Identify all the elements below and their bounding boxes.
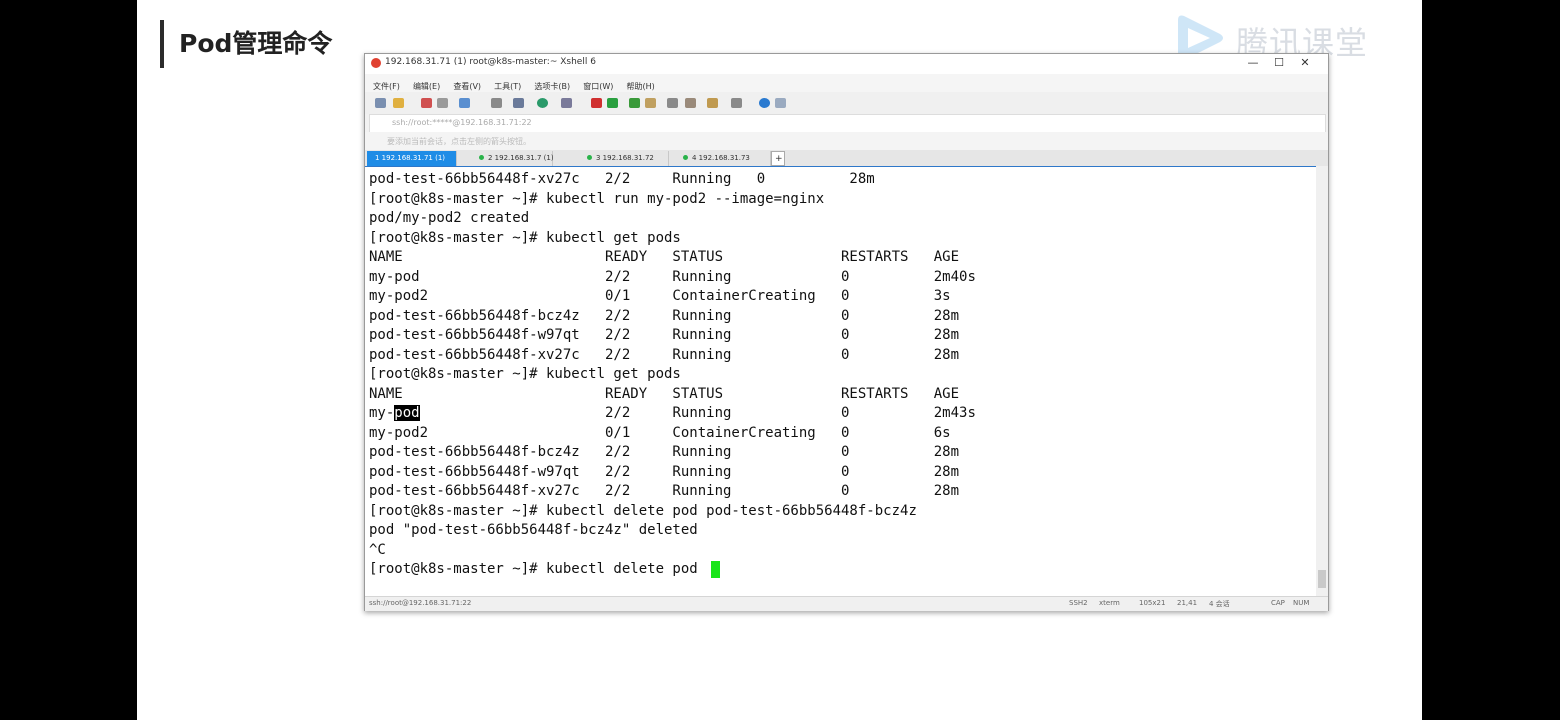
fullscreen-icon[interactable] (629, 98, 640, 108)
xshell-window: 192.168.31.71 (1) root@k8s-master:~ Xshe… (364, 53, 1329, 611)
new-session-icon[interactable] (375, 98, 386, 108)
xftp-icon[interactable] (591, 98, 602, 108)
close-button[interactable]: ✕ (1292, 56, 1318, 69)
tab-session-1[interactable]: 1 192.168.31.71 (1) (367, 151, 457, 166)
terminal-line: ^C (369, 541, 386, 558)
address-text: ssh://root:*****@192.168.31.71:22 (392, 118, 532, 127)
terminal-scrollbar[interactable] (1316, 166, 1328, 596)
compose-icon[interactable] (707, 98, 718, 108)
script-icon[interactable] (685, 98, 696, 108)
terminal-text: 2/2 Running 0 2m43s (419, 405, 976, 421)
terminal-line: my-pod 2/2 Running 0 2m40s (369, 268, 976, 285)
terminal-line: [root@k8s-master ~]# kubectl get pods (369, 229, 681, 246)
window-controls: — ☐ ✕ (1240, 56, 1318, 69)
terminal-line: pod-test-66bb56448f-bcz4z 2/2 Running 0 … (369, 444, 960, 460)
window-titlebar: 192.168.31.71 (1) root@k8s-master:~ Xshe… (365, 54, 1328, 74)
tab-session-2[interactable]: 2 192.168.31.7 (1) (471, 151, 554, 166)
menu-view[interactable]: 查看(V) (453, 81, 481, 92)
menu-file[interactable]: 文件(F) (373, 81, 400, 92)
slide: Pod管理命令 腾讯课堂 192.168.31.71 (1) root@k8s-… (137, 0, 1422, 720)
add-tab-button[interactable]: + (771, 151, 785, 166)
globe-icon[interactable] (537, 98, 548, 108)
status-bar: ssh://root@192.168.31.71:22 SSH2 xterm 1… (365, 596, 1328, 611)
search-icon[interactable] (491, 98, 502, 108)
terminal-line: my-pod2 0/1 ContainerCreating 0 6s (369, 424, 951, 441)
slide-title: Pod管理命令 (179, 29, 333, 58)
session-hint-bar: 要添加当前会话，点击左侧的箭头按钮。 (365, 132, 1328, 150)
session-tabs: 1 192.168.31.71 (1) 2 192.168.31.7 (1) 3… (365, 150, 1328, 166)
status-sessions: 4 会话 (1209, 600, 1230, 608)
terminal-line: [root@k8s-master ~]# kubectl get pods (369, 366, 681, 382)
terminal-line: pod "pod-test-66bb56448f-bcz4z" deleted (369, 522, 698, 538)
title-accent-bar (160, 20, 164, 68)
menu-tab[interactable]: 选项卡(B) (534, 81, 570, 92)
terminal-line: my-pod2 0/1 ContainerCreating 0 3s (369, 288, 951, 304)
tab-session-4[interactable]: 4 192.168.31.73 (675, 151, 771, 166)
terminal-line: pod-test-66bb56448f-xv27c 2/2 Running 0 … (369, 483, 960, 499)
menu-bar: 文件(F) 编辑(E) 查看(V) 工具(T) 选项卡(B) 窗口(W) 帮助(… (365, 74, 1328, 92)
font-icon[interactable] (561, 98, 572, 108)
maximize-button[interactable]: ☐ (1266, 56, 1292, 69)
keyboard-icon[interactable] (667, 98, 678, 108)
connected-dot-icon (587, 155, 592, 160)
selected-text: pod (394, 405, 420, 421)
status-size: 105x21 (1139, 599, 1166, 607)
status-num: NUM (1293, 599, 1310, 607)
status-connection: ssh://root@192.168.31.71:22 (369, 599, 472, 607)
terminal-line: NAME READY STATUS RESTARTS AGE (369, 249, 960, 265)
menu-window[interactable]: 窗口(W) (583, 81, 613, 92)
chat-icon[interactable] (775, 98, 786, 108)
status-protocol: SSH2 (1069, 599, 1088, 607)
toolbar (365, 92, 1328, 114)
terminal-line: pod-test-66bb56448f-w97qt 2/2 Running 0 … (369, 463, 960, 480)
address-bar[interactable]: ssh://root:*****@192.168.31.71:22 (369, 114, 1326, 133)
terminal-line: pod-test-66bb56448f-xv27c 2/2 Running 0 … (369, 171, 875, 187)
status-term: xterm (1099, 599, 1120, 607)
terminal-line: [root@k8s-master ~]# kubectl delete pod … (369, 502, 917, 519)
connected-dot-icon (683, 155, 688, 160)
open-folder-icon[interactable] (393, 98, 404, 108)
terminal-text: my- (369, 405, 395, 421)
xshell-app-icon (371, 58, 381, 68)
status-cursor: 21,41 (1177, 599, 1198, 607)
terminal-line: [root@k8s-master ~]# kubectl run my-pod2… (369, 190, 825, 207)
status-cap: CAP (1271, 599, 1285, 607)
transfer-icon[interactable] (513, 98, 524, 108)
copy-icon[interactable] (459, 98, 470, 108)
terminal-line: pod-test-66bb56448f-bcz4z 2/2 Running 0 … (369, 307, 960, 324)
lock-icon[interactable] (645, 98, 656, 108)
terminal-cursor (711, 561, 720, 578)
window-title: 192.168.31.71 (1) root@k8s-master:~ Xshe… (385, 57, 596, 67)
xmanager-icon[interactable] (607, 98, 618, 108)
terminal-line: [root@k8s-master ~]# kubectl delete pod (369, 561, 707, 577)
scrollbar-thumb[interactable] (1318, 570, 1326, 588)
properties-icon[interactable] (437, 98, 448, 108)
terminal-line: NAME READY STATUS RESTARTS AGE (369, 385, 960, 402)
tab-session-3[interactable]: 3 192.168.31.72 (579, 151, 669, 166)
hint-text: 要添加当前会话，点击左侧的箭头按钮。 (387, 137, 531, 146)
disconnect-icon[interactable] (421, 98, 432, 108)
terminal-line: my-pod 2/2 Running 0 2m43s (369, 404, 976, 423)
terminal-line: pod-test-66bb56448f-xv27c 2/2 Running 0 … (369, 346, 960, 363)
minimize-button[interactable]: — (1240, 56, 1266, 69)
terminal-line: pod-test-66bb56448f-w97qt 2/2 Running 0 … (369, 327, 960, 343)
terminal-output[interactable]: pod-test-66bb56448f-xv27c 2/2 Running 0 … (365, 166, 1316, 597)
menu-help[interactable]: 帮助(H) (626, 81, 654, 92)
terminal-line: pod/my-pod2 created (369, 210, 530, 226)
help-icon[interactable] (759, 98, 770, 108)
layout-icon[interactable] (731, 98, 742, 108)
menu-edit[interactable]: 编辑(E) (413, 81, 440, 92)
menu-tools[interactable]: 工具(T) (494, 81, 521, 92)
connected-dot-icon (479, 155, 484, 160)
